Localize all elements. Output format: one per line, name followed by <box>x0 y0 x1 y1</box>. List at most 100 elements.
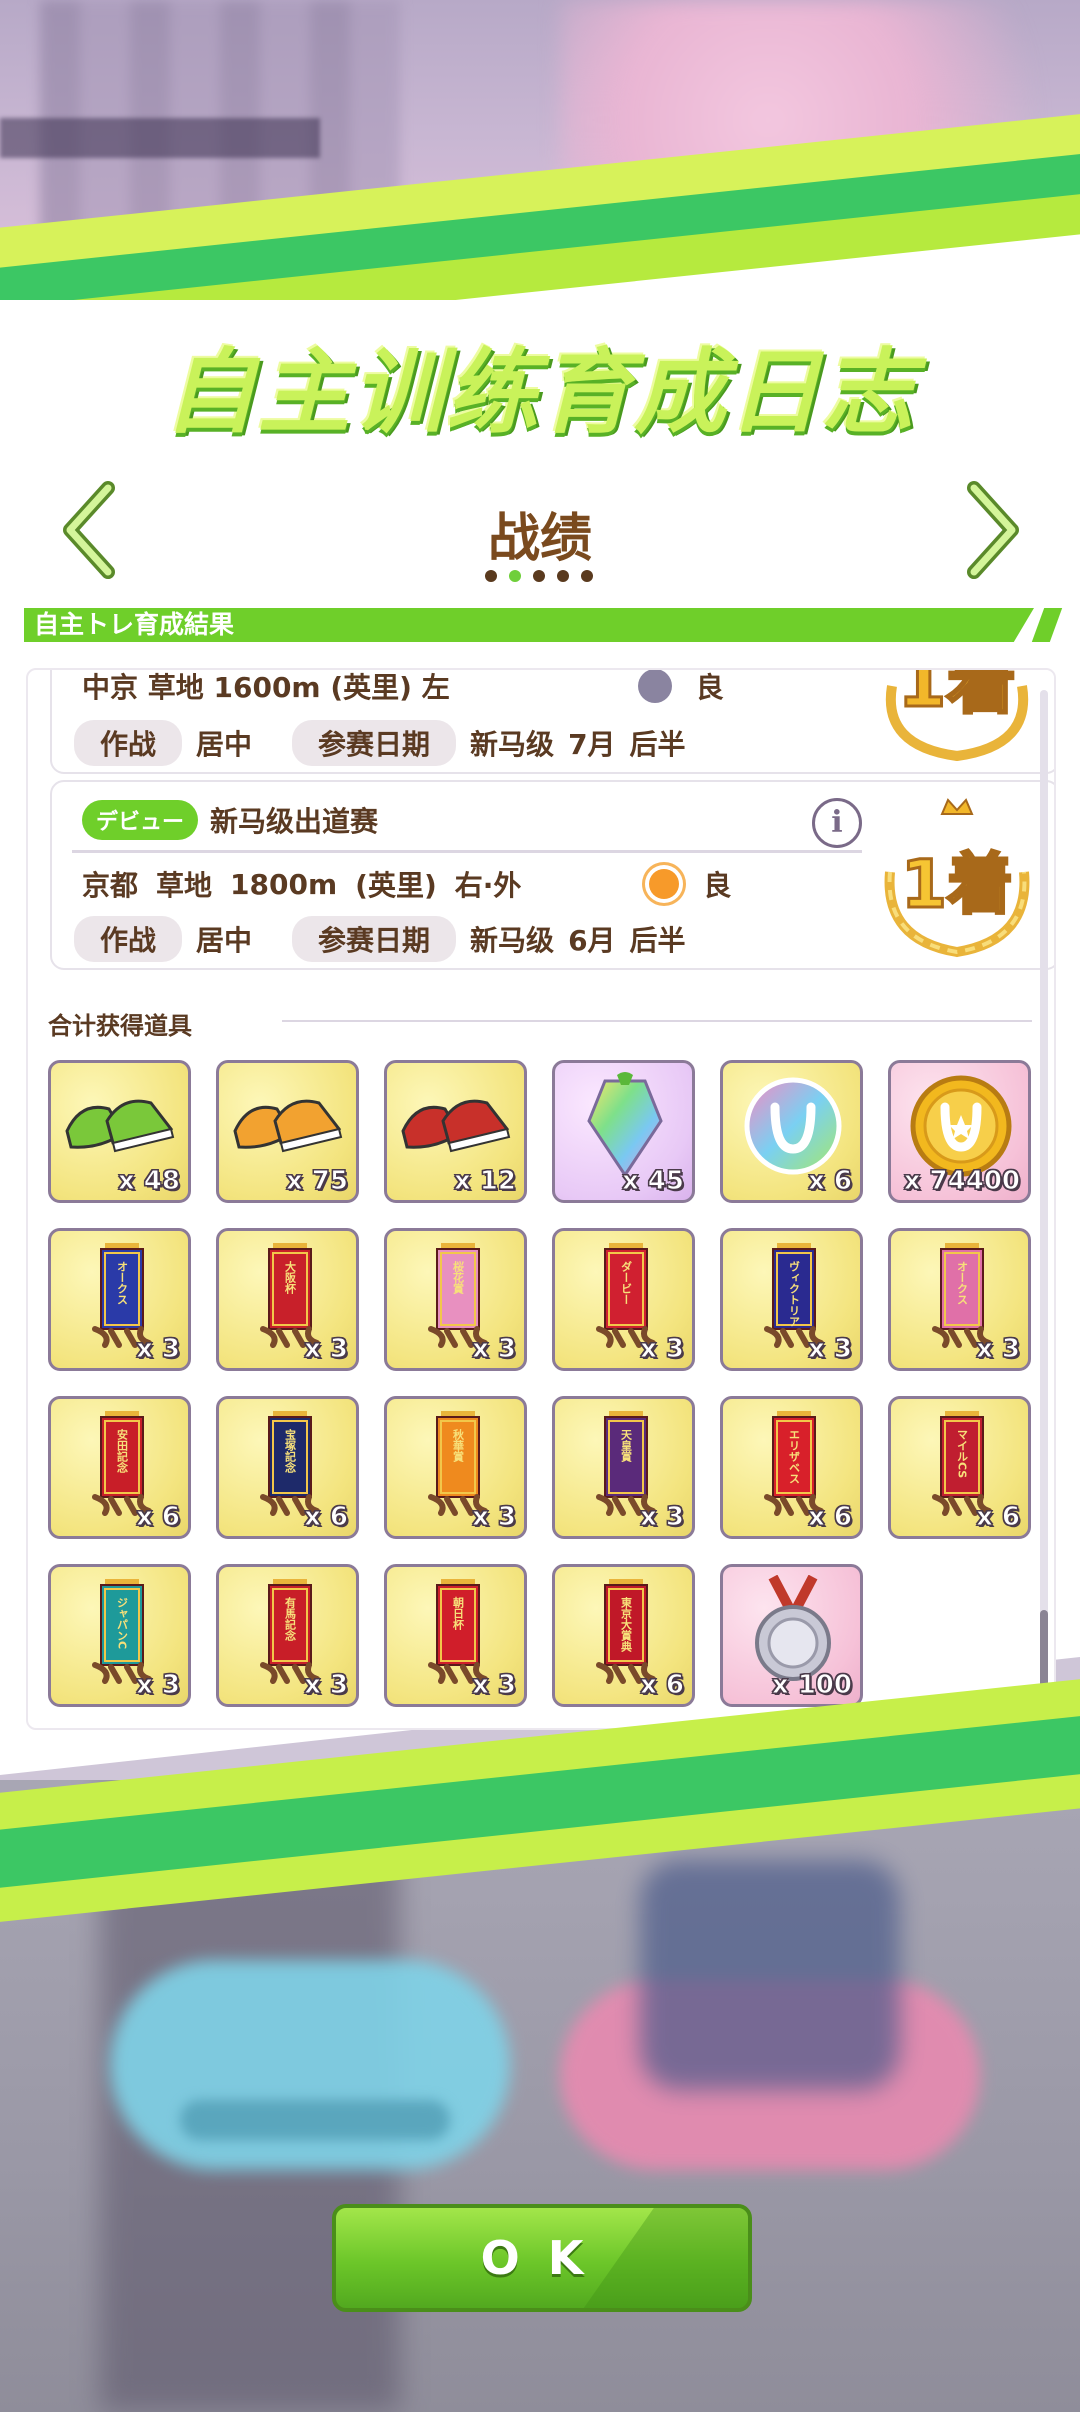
item-count: x 6 <box>304 1502 349 1533</box>
pennant-text: 秋華賞 <box>452 1428 465 1463</box>
item-slot[interactable]: x 6 <box>720 1060 863 1203</box>
page-dot <box>581 570 593 582</box>
info-icon[interactable]: i <box>812 798 862 848</box>
item-count: x 3 <box>136 1670 181 1701</box>
item-slot[interactable]: オークス x 3 <box>48 1228 191 1371</box>
pennant-text: 天皇賞 <box>620 1429 633 1463</box>
page-dot <box>485 570 497 582</box>
item-count: x 3 <box>304 1670 349 1701</box>
item-count: x 3 <box>472 1670 517 1701</box>
item-slot[interactable]: マイルCS x 6 <box>888 1396 1031 1539</box>
item-slot[interactable]: 桜花賞 x 3 <box>384 1228 527 1371</box>
item-count: x 12 <box>453 1166 516 1197</box>
medal-icon <box>755 1575 831 1681</box>
pennant-text: 大阪杯 <box>284 1260 297 1295</box>
item-slot[interactable]: ジャパンC x 3 <box>48 1564 191 1707</box>
scrollbar-track[interactable] <box>1040 690 1048 1710</box>
item-slot[interactable]: 大阪杯 x 3 <box>216 1228 359 1371</box>
debut-badge: デビュー <box>82 800 199 840</box>
red-shoes-icon <box>401 1099 511 1153</box>
item-count: x 3 <box>640 1334 685 1365</box>
race-month: 6月 <box>568 924 616 957</box>
strategy-label: 作战 <box>74 916 183 962</box>
first-place-badge-icon: 1着 <box>884 798 1030 958</box>
race-class: 新马级 <box>470 728 555 761</box>
page-dot <box>533 570 545 582</box>
pennant-text: 東京大賞典 <box>620 1596 633 1653</box>
race-card: 中京 草地 1600m (英里) 左 良 作战 居中 参赛日期 新马级 7月 后… <box>50 670 1054 774</box>
pennant-text: オークス <box>956 1261 969 1305</box>
item-count: x 74400 <box>903 1166 1020 1197</box>
item-count: x 45 <box>621 1166 684 1197</box>
item-count: x 3 <box>472 1502 517 1533</box>
pennant-text: オークス <box>116 1261 129 1305</box>
navy-pennant-icon: 宝塚記念 <box>260 1411 320 1516</box>
race-name: 新马级出道赛 <box>210 805 379 838</box>
item-slot[interactable]: オークス x 3 <box>888 1228 1031 1371</box>
item-slot[interactable]: x 100 <box>720 1564 863 1707</box>
ok-button[interactable]: OK <box>332 2204 752 2312</box>
pink-pennant-icon: 桜花賞 <box>428 1243 488 1348</box>
item-slot[interactable]: x 74400 <box>888 1060 1031 1203</box>
race-half: 后半 <box>629 728 686 761</box>
rainbow-crystal-icon <box>587 1072 663 1178</box>
pennant-text: 桜花賞 <box>452 1260 465 1295</box>
teal-pennant-icon: ジャパンC <box>92 1579 152 1684</box>
pennant-text: マイルCS <box>956 1429 969 1478</box>
items-grid: x 48 x 75 x 12 x 45 x 6 x 74400 オークス x 3… <box>48 1060 1054 1707</box>
race-month: 7月 <box>568 728 616 761</box>
item-count: x 6 <box>640 1670 685 1701</box>
section-title: 战绩 <box>487 509 592 569</box>
item-slot[interactable]: x 75 <box>216 1060 359 1203</box>
cloudy-weather-icon <box>637 670 672 703</box>
race-distance-type: (英里) <box>355 869 437 902</box>
race-detail-row: 作战 居中 参赛日期 新马级 6月 后半 <box>74 916 686 962</box>
rainbow-horseshoe-icon <box>744 1077 842 1175</box>
pennant-text: 朝日杯 <box>452 1596 465 1631</box>
item-count: x 6 <box>136 1502 181 1533</box>
race-weather: 良 <box>695 671 724 704</box>
item-slot[interactable]: ダービー x 3 <box>552 1228 695 1371</box>
item-slot[interactable]: 有馬記念 x 3 <box>216 1564 359 1707</box>
green-shoes-icon <box>65 1099 175 1153</box>
background-character-2 <box>640 1860 900 2090</box>
item-slot[interactable]: 宝塚記念 x 6 <box>216 1396 359 1539</box>
item-slot[interactable]: 安田記念 x 6 <box>48 1396 191 1539</box>
orange-shoes-icon <box>233 1099 343 1153</box>
item-slot[interactable]: ヴィクトリア x 3 <box>720 1228 863 1371</box>
item-slot[interactable]: エリザベス x 6 <box>720 1396 863 1539</box>
page-dot <box>557 570 569 582</box>
item-slot[interactable]: x 45 <box>552 1060 695 1203</box>
item-count: x 6 <box>808 1166 853 1197</box>
pink-pennant-icon: オークス <box>932 1243 992 1348</box>
pennant-text: ジャパンC <box>116 1597 129 1649</box>
item-count: x 3 <box>136 1334 181 1365</box>
item-count: x 3 <box>304 1334 349 1365</box>
pennant-text: 有馬記念 <box>284 1596 298 1641</box>
item-slot[interactable]: 秋華賞 x 3 <box>384 1396 527 1539</box>
item-slot[interactable]: 天皇賞 x 3 <box>552 1396 695 1539</box>
page-dot-active <box>509 570 521 582</box>
race-track-line: 中京 草地 1600m (英里) 左 <box>82 671 450 704</box>
item-slot[interactable]: x 12 <box>384 1060 527 1203</box>
background-nameplate <box>0 118 320 158</box>
item-slot[interactable]: x 48 <box>48 1060 191 1203</box>
item-slot[interactable]: 東京大賞典 x 6 <box>552 1564 695 1707</box>
purple-pennant-icon: 天皇賞 <box>596 1411 656 1516</box>
item-count: x 75 <box>285 1166 348 1197</box>
item-count: x 6 <box>976 1502 1021 1533</box>
race-divider <box>72 850 862 853</box>
item-count: x 3 <box>976 1334 1021 1365</box>
race-surface: 草地 <box>156 869 213 902</box>
sunny-weather-icon <box>649 869 680 899</box>
blue-pennant-icon: オークス <box>92 1243 152 1348</box>
race-detail-row: 作战 居中 参赛日期 新马级 7月 后半 <box>74 720 686 766</box>
pennant-text: 安田記念 <box>116 1428 130 1473</box>
pennant-text: エリザベス <box>788 1429 801 1484</box>
orange-pennant-icon: 秋華賞 <box>428 1411 488 1516</box>
date-label: 参赛日期 <box>292 720 457 766</box>
place-text: 1着 <box>901 846 1013 923</box>
item-slot[interactable]: 朝日杯 x 3 <box>384 1564 527 1707</box>
race-card: デビュー 新马级出道赛 i 京都 草地 1800m (英里) 右·外 良 作战 … <box>50 780 1054 970</box>
results-scroll-list[interactable]: 中京 草地 1600m (英里) 左 良 作战 居中 参赛日期 新马级 7月 后… <box>26 668 1056 1730</box>
